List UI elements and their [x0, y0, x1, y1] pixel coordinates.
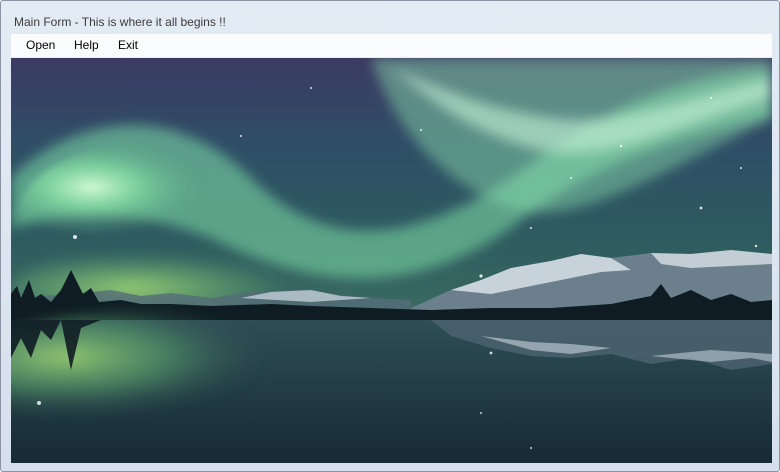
picture-box — [11, 58, 772, 463]
title-bar[interactable]: Main Form - This is where it all begins … — [1, 1, 779, 34]
menu-bar: Open Help Exit — [11, 34, 772, 58]
menu-item-exit[interactable]: Exit — [118, 38, 138, 52]
main-form-window: Main Form - This is where it all begins … — [0, 0, 780, 472]
menu-item-open[interactable]: Open — [26, 38, 55, 52]
aurora-landscape-image — [11, 58, 772, 463]
menu-item-help[interactable]: Help — [74, 38, 99, 52]
window-title: Main Form - This is where it all begins … — [14, 15, 226, 29]
